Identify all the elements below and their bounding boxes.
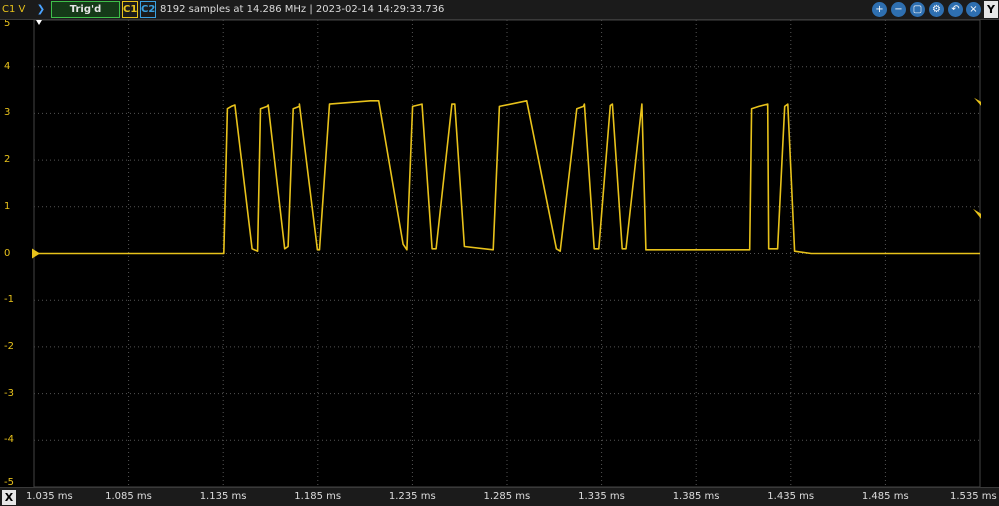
y-tick-label: -3 xyxy=(4,387,14,399)
y-tick-label: 4 xyxy=(4,60,11,72)
y-tick-label: 2 xyxy=(4,154,11,166)
x-tick-label: 1.135 ms xyxy=(199,491,247,502)
y-tick-label: -1 xyxy=(4,294,14,306)
x-axis-button[interactable]: X xyxy=(2,490,16,505)
x-tick-label: 1.185 ms xyxy=(294,491,342,502)
undo-icon[interactable]: ↶ xyxy=(948,2,963,17)
x-tick-label: 1.035 ms xyxy=(26,491,73,502)
x-tick-label: 1.285 ms xyxy=(483,491,531,502)
x-tick-label: 1.335 ms xyxy=(578,491,625,502)
x-tick-label: 1.485 ms xyxy=(861,491,909,502)
x-tick-label: 1.435 ms xyxy=(767,491,815,502)
y-tick-label: 1 xyxy=(4,200,11,212)
trigger-position-marker xyxy=(36,20,42,25)
x-tick-label: 1.385 ms xyxy=(672,491,720,502)
x-axis-bar: X 1.035 ms 1.085 ms 1.135 ms 1.185 ms 1.235 … xyxy=(0,487,999,506)
x-tick-label: 1.235 ms xyxy=(388,491,436,502)
zoom-in-icon[interactable]: + xyxy=(872,2,887,17)
channel2-button[interactable]: C2 xyxy=(140,1,156,18)
channel-axis-label[interactable]: C1 V xyxy=(2,0,32,19)
y-tick-label: 3 xyxy=(4,107,11,119)
toolbar: C1 V ❯ Trig'd C1 C2 8192 samples at 14.2… xyxy=(0,0,999,20)
zoom-fit-icon[interactable]: ▢ xyxy=(910,2,925,17)
y-axis-button[interactable]: Y xyxy=(984,1,998,18)
y-tick-label: -4 xyxy=(4,434,14,446)
scope-plot[interactable] xyxy=(0,0,999,505)
x-tick-label: 1.085 ms xyxy=(105,491,152,502)
close-icon[interactable]: × xyxy=(966,2,981,17)
y-tick-label: 0 xyxy=(4,247,11,259)
x-tick-label: 1.535 ms xyxy=(950,491,997,502)
channel1-button[interactable]: C1 xyxy=(122,1,138,18)
zoom-out-icon[interactable]: − xyxy=(891,2,906,17)
play-arrow-icon[interactable]: ❯ xyxy=(34,0,48,19)
traces xyxy=(34,100,980,255)
markers xyxy=(32,20,981,259)
y-tick-label: -2 xyxy=(4,340,14,352)
acquisition-info: 8192 samples at 14.286 MHz | 2023-02-14 … xyxy=(160,4,445,15)
trigger-status-button[interactable]: Trig'd xyxy=(51,1,120,18)
trace-line xyxy=(34,100,980,255)
settings-icon[interactable]: ⚙ xyxy=(929,2,944,17)
